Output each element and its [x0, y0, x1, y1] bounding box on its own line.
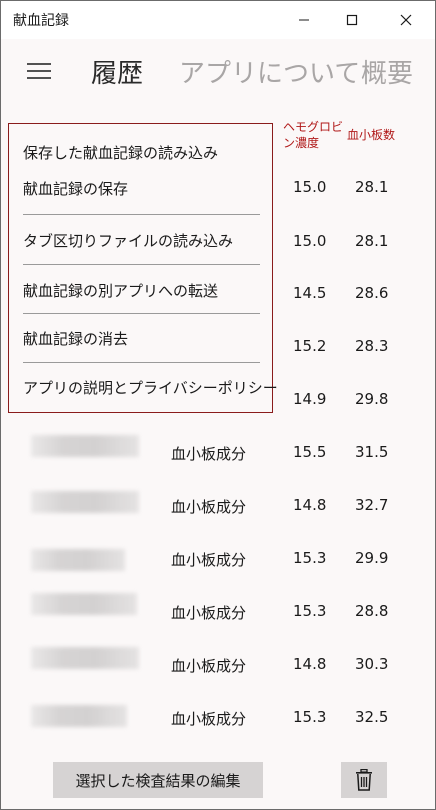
hamburger-menu-button[interactable]	[25, 59, 53, 83]
minimize-icon	[299, 19, 309, 21]
hemoglobin-value: 15.5	[293, 443, 327, 461]
delete-button[interactable]	[341, 762, 387, 798]
title-bar: 献血記録	[1, 1, 435, 39]
platelet-value: 30.3	[355, 655, 389, 673]
donation-type: 血小板成分	[171, 445, 247, 463]
blurred-date	[31, 593, 137, 615]
file-menu-flyout: 保存した献血記録の読み込み 献血記録の保存 タブ区切りファイルの読み込み 献血記…	[8, 123, 278, 413]
donation-type: 血小板成分	[171, 551, 247, 569]
donation-type: 血小板成分	[171, 657, 247, 675]
platelet-value: 28.6	[355, 284, 389, 302]
platelet-value: 28.1	[355, 178, 389, 196]
column-header-platelet: 血小板数	[347, 128, 396, 142]
app-window: 献血記録 履歴 アプリについて 概要 ヘモグロビン濃度 血小板数 15.0 28…	[0, 0, 436, 810]
menu-item-save[interactable]: 献血記録の保存	[23, 178, 128, 199]
table-row[interactable]: 血小板成分 15.3 28.8	[1, 585, 435, 637]
trash-icon	[356, 769, 372, 791]
blurred-date	[31, 549, 125, 571]
hemoglobin-value: 15.3	[293, 602, 327, 620]
hemoglobin-value: 15.2	[293, 337, 327, 355]
menu-divider	[23, 264, 260, 265]
window-title: 献血記録	[13, 13, 69, 29]
platelet-value: 28.3	[355, 337, 389, 355]
tab-about-app[interactable]: アプリについて	[179, 53, 360, 90]
menu-item-privacy[interactable]: アプリの説明とプライバシーポリシー	[23, 377, 278, 398]
hemoglobin-value: 14.8	[293, 496, 327, 514]
menu-item-load-saved[interactable]: 保存した献血記録の読み込み	[23, 142, 218, 163]
platelet-value: 31.5	[355, 443, 389, 461]
table-row[interactable]: 血小板成分 15.3 32.5	[1, 691, 435, 743]
hamburger-icon	[27, 63, 51, 79]
hemoglobin-value: 15.3	[293, 549, 327, 567]
menu-divider	[23, 362, 260, 363]
maximize-button[interactable]	[329, 1, 375, 39]
hemoglobin-value: 15.0	[293, 178, 327, 196]
donation-type: 血小板成分	[171, 710, 247, 728]
platelet-value: 28.8	[355, 602, 389, 620]
menu-item-load-tsv[interactable]: タブ区切りファイルの読み込み	[23, 230, 233, 251]
minimize-button[interactable]	[281, 1, 327, 39]
platelet-value: 32.7	[355, 496, 389, 514]
blurred-date	[31, 647, 139, 669]
table-row[interactable]: 血小板成分 14.8 32.7	[1, 479, 435, 531]
hemoglobin-value: 14.9	[293, 390, 327, 408]
tab-overview[interactable]: 概要	[361, 53, 413, 90]
menu-divider	[23, 313, 260, 314]
navigation-bar: 履歴 アプリについて 概要	[1, 39, 435, 103]
edit-selected-button[interactable]: 選択した検査結果の編集	[53, 762, 263, 798]
table-row[interactable]: 血小板成分 15.3 29.9	[1, 532, 435, 584]
close-button[interactable]	[383, 1, 429, 39]
platelet-value: 29.8	[355, 390, 389, 408]
donation-type: 血小板成分	[171, 498, 247, 516]
column-header-hemoglobin: ヘモグロビン濃度	[283, 120, 344, 150]
menu-item-transfer[interactable]: 献血記録の別アプリへの転送	[23, 280, 218, 301]
table-row[interactable]: 血小板成分 15.5 31.5	[1, 426, 435, 478]
donation-type: 血小板成分	[171, 604, 247, 622]
maximize-icon	[346, 14, 358, 26]
close-icon	[400, 14, 412, 26]
blurred-date	[31, 705, 127, 727]
platelet-value: 29.9	[355, 549, 389, 567]
platelet-value: 28.1	[355, 232, 389, 250]
blurred-date	[31, 435, 139, 457]
menu-item-clear[interactable]: 献血記録の消去	[23, 328, 128, 349]
tab-history[interactable]: 履歴	[91, 53, 143, 90]
table-row[interactable]: 血小板成分 14.8 30.3	[1, 638, 435, 690]
hemoglobin-value: 15.0	[293, 232, 327, 250]
platelet-value: 32.5	[355, 708, 389, 726]
hemoglobin-value: 14.5	[293, 284, 327, 302]
hemoglobin-value: 15.3	[293, 708, 327, 726]
menu-divider	[23, 214, 260, 215]
blurred-date	[31, 491, 139, 513]
hemoglobin-value: 14.8	[293, 655, 327, 673]
